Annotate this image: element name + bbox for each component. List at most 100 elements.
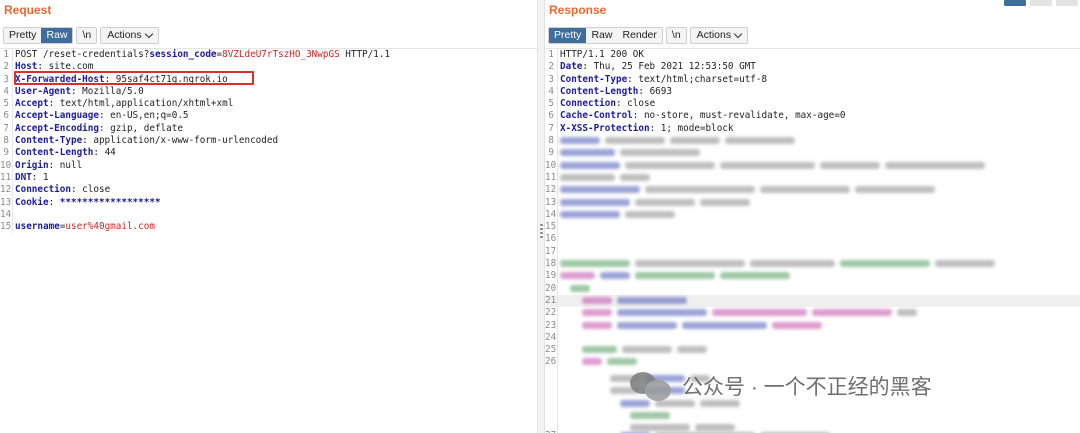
header-name: Content-Length bbox=[15, 147, 94, 159]
code-line: 14 bbox=[545, 208, 1080, 222]
header-name: username bbox=[15, 221, 60, 233]
line-number bbox=[545, 417, 558, 431]
line-number: 6 bbox=[545, 110, 558, 123]
redacted-text bbox=[635, 272, 715, 280]
redacted-text bbox=[620, 149, 700, 157]
redacted-text bbox=[600, 272, 630, 280]
line-number: 4 bbox=[0, 85, 13, 99]
line-number: 19 bbox=[545, 270, 558, 283]
header-name: Content-Length bbox=[560, 85, 639, 97]
line-number: 11 bbox=[545, 171, 558, 185]
line-number: 15 bbox=[0, 221, 13, 234]
header-name: Content-Type bbox=[560, 73, 628, 85]
request-view-tabs: Pretty Raw bbox=[3, 26, 74, 44]
line-number bbox=[545, 368, 558, 382]
code-text: : 1; mode=block bbox=[649, 122, 734, 134]
redacted-text bbox=[855, 186, 935, 194]
response-newline-toggle[interactable]: \n bbox=[665, 26, 687, 44]
redacted-text bbox=[607, 358, 637, 366]
line-number: 22 bbox=[545, 307, 558, 320]
code-line: 16 bbox=[545, 233, 1080, 246]
line-number: 18 bbox=[545, 258, 558, 271]
watermark-text: 公众号 · 一个不正经的黑客 bbox=[682, 376, 932, 399]
redacted-text bbox=[635, 260, 745, 268]
line-number: 24 bbox=[545, 331, 558, 345]
line-number: 11 bbox=[0, 171, 13, 185]
line-number bbox=[545, 393, 558, 406]
code-text: POST /reset-credentials? bbox=[15, 49, 150, 60]
code-text: : 6693 bbox=[638, 85, 672, 97]
code-line: 2 Date: Thu, 25 Feb 2021 12:53:50 GMT bbox=[545, 61, 1080, 74]
response-actions-button[interactable]: Actions bbox=[689, 26, 749, 44]
redacted-text bbox=[582, 309, 612, 317]
line-number: 12 bbox=[545, 184, 558, 197]
line-number: 7 bbox=[0, 122, 13, 136]
redacted-text bbox=[645, 186, 755, 194]
layout-horizontal-icon[interactable] bbox=[1030, 0, 1052, 6]
code-line: 5 Connection: close bbox=[545, 98, 1080, 111]
line-number: 21 bbox=[545, 294, 558, 308]
response-tab-pretty[interactable]: Pretty bbox=[549, 27, 587, 43]
redacted-text bbox=[582, 358, 602, 366]
request-tab-raw[interactable]: Raw bbox=[41, 27, 73, 43]
redacted-text bbox=[725, 137, 795, 145]
line-number: 5 bbox=[0, 98, 13, 111]
line-number: 14 bbox=[545, 208, 558, 222]
header-name: User-Agent bbox=[15, 85, 71, 97]
code-text: HTTP/1.1 bbox=[339, 49, 391, 60]
request-editor[interactable]: 1 POST /reset-credentials?session_code=8V… bbox=[0, 48, 537, 433]
header-name: ****************** bbox=[59, 196, 161, 208]
code-text: : 1 bbox=[31, 171, 49, 183]
code-line: 10 Origin: null bbox=[0, 159, 537, 172]
redacted-text bbox=[720, 272, 790, 280]
redacted-text bbox=[617, 309, 707, 317]
response-tab-render[interactable]: Render bbox=[617, 28, 661, 43]
header-name: Date bbox=[560, 61, 583, 73]
request-toolbar: Pretty Raw \n Actions bbox=[3, 26, 159, 44]
code-line: 8 Content-Type: application/x-www-form-ur… bbox=[0, 135, 537, 148]
layout-vertical-icon[interactable] bbox=[1056, 0, 1078, 6]
drag-handle-icon[interactable] bbox=[540, 224, 543, 238]
code-line: 25 bbox=[545, 344, 1080, 357]
line-number: 3 bbox=[545, 73, 558, 86]
header-name: Accept-Language bbox=[15, 110, 99, 122]
chevron-down-icon bbox=[144, 29, 153, 38]
code-line: 24 bbox=[545, 331, 1080, 345]
response-actions-label: Actions bbox=[696, 28, 732, 41]
code-text: : Mozilla/5.0 bbox=[70, 85, 144, 97]
request-title: Request bbox=[4, 3, 52, 17]
line-number: 1 bbox=[545, 49, 558, 62]
request-newline-toggle[interactable]: \n bbox=[76, 26, 98, 44]
code-text: HTTP/1.1 200 OK bbox=[560, 49, 644, 60]
code-line: 20 bbox=[545, 282, 1080, 295]
redacted-text bbox=[935, 260, 995, 268]
request-actions-button[interactable]: Actions bbox=[100, 26, 159, 44]
redacted-text bbox=[750, 260, 835, 268]
redacted-text bbox=[560, 198, 630, 206]
code-text: : Thu, 25 Feb 2021 12:53:50 GMT bbox=[582, 61, 756, 73]
code-line: 8 bbox=[545, 135, 1080, 148]
code-line: 12 bbox=[545, 184, 1080, 197]
response-tab-raw[interactable]: Raw bbox=[586, 28, 617, 43]
code-text: : close bbox=[70, 184, 111, 196]
panel-splitter[interactable] bbox=[537, 0, 545, 433]
line-number: 8 bbox=[0, 135, 13, 148]
header-name: session_code bbox=[149, 49, 217, 60]
code-line: 6 Accept-Language: en-US,en;q=0.5 bbox=[0, 110, 537, 123]
code-line: 11 bbox=[545, 171, 1080, 185]
header-name: Cookie bbox=[15, 196, 49, 208]
request-tab-pretty[interactable]: Pretty bbox=[4, 28, 41, 43]
layout-toggle[interactable] bbox=[1004, 0, 1078, 6]
line-number: 5 bbox=[545, 98, 558, 111]
code-line: 9 Content-Length: 44 bbox=[0, 147, 537, 160]
redacted-text bbox=[820, 161, 880, 169]
code-text: : close bbox=[615, 98, 656, 110]
layout-split-icon[interactable] bbox=[1004, 0, 1026, 6]
code-line: 6 Cache-Control: no-store, must-revalidat… bbox=[545, 110, 1080, 123]
code-line: 19 bbox=[545, 270, 1080, 283]
redacted-text bbox=[560, 161, 620, 169]
header-name: Origin bbox=[15, 159, 49, 171]
line-number: 13 bbox=[545, 196, 558, 209]
param-value: 8VZLdeU7rTszHO_3NwpGS bbox=[222, 49, 340, 60]
redacted-text bbox=[582, 296, 612, 304]
